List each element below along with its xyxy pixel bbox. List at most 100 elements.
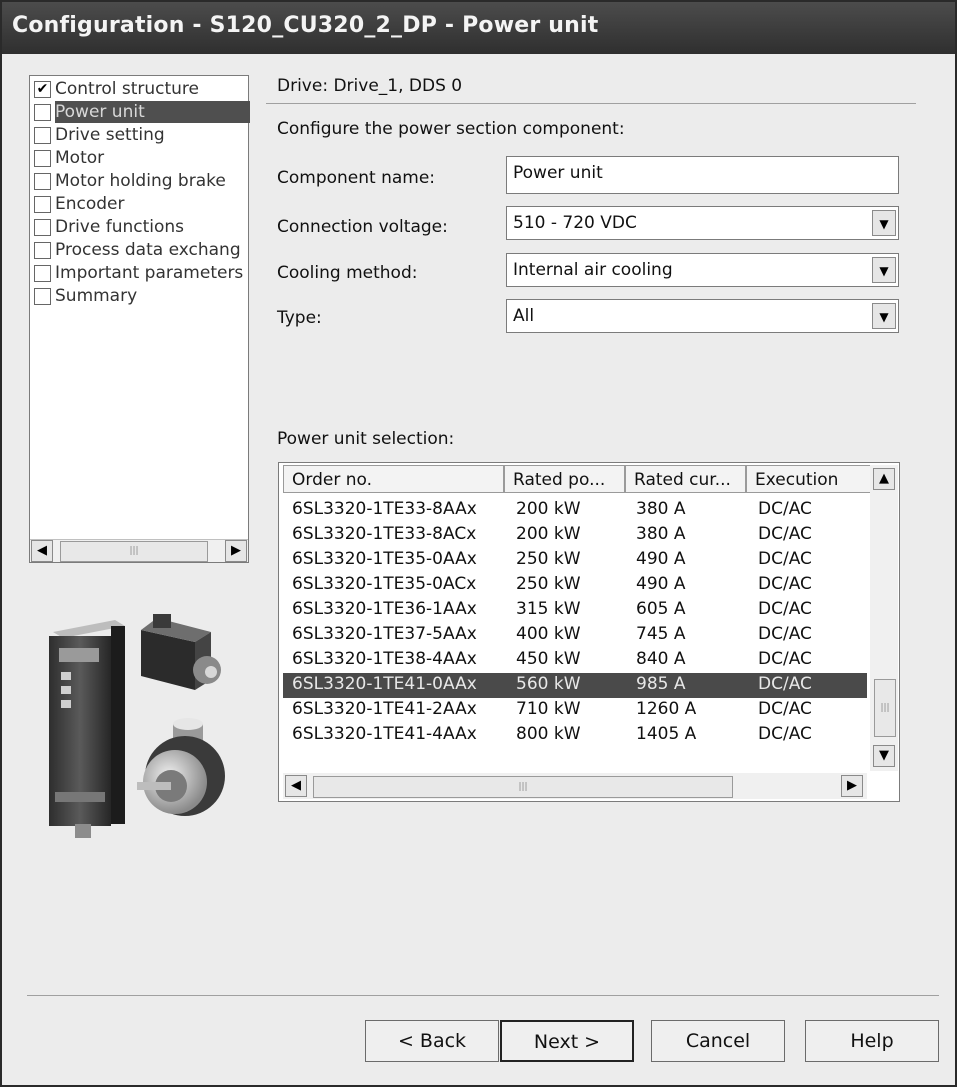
table-cell: 560 kW <box>516 674 581 694</box>
tree-item-label: Process data exchang <box>55 240 241 260</box>
table-cell: DC/AC <box>758 549 812 569</box>
checkbox-icon[interactable] <box>34 265 51 282</box>
type-select[interactable]: All ▼ <box>506 299 899 333</box>
table-cell: 450 kW <box>516 649 581 669</box>
power-unit-table[interactable]: Order no. Rated po... Rated cur... Execu… <box>278 462 900 802</box>
table-row[interactable]: 6SL3320-1TE33-8AAx 200 kW 380 A DC/AC <box>283 498 867 523</box>
scroll-left-icon[interactable]: ◀ <box>285 775 307 797</box>
table-row[interactable]: 6SL3320-1TE35-0ACx 250 kW 490 A DC/AC <box>283 573 867 598</box>
checkbox-icon[interactable] <box>34 173 51 190</box>
tree-item-label: Control structure <box>55 79 200 99</box>
help-button[interactable]: Help <box>805 1020 939 1062</box>
window-title: Configuration - S120_CU320_2_DP - Power … <box>12 13 599 38</box>
table-row[interactable]: 6SL3320-1TE41-2AAx 710 kW 1260 A DC/AC <box>283 698 867 723</box>
tree-horizontal-scrollbar[interactable]: ◀ ||| ▶ <box>30 539 248 562</box>
checkbox-icon[interactable] <box>34 288 51 305</box>
tree-item[interactable]: Summary <box>30 285 248 307</box>
table-cell: 800 kW <box>516 724 581 744</box>
tree-item[interactable]: Motor holding brake <box>30 170 248 192</box>
power-unit-selection-label: Power unit selection: <box>277 429 455 449</box>
tree-item-label: Encoder <box>55 194 125 214</box>
table-scrollbar-thumb[interactable]: ||| <box>874 679 896 737</box>
checkbox-icon[interactable] <box>34 219 51 236</box>
table-cell: 200 kW <box>516 524 581 544</box>
checkbox-icon[interactable] <box>34 104 51 121</box>
tree-item[interactable]: ✔ Control structure <box>30 78 248 100</box>
scroll-left-icon[interactable]: ◀ <box>31 540 53 562</box>
component-name-label: Component name: <box>277 168 436 188</box>
table-row[interactable]: 6SL3320-1TE41-4AAx 800 kW 1405 A DC/AC <box>283 723 867 748</box>
column-header-rated-power[interactable]: Rated po... <box>504 465 625 493</box>
table-cell: 6SL3320-1TE41-4AAx <box>292 724 477 744</box>
checkbox-icon[interactable] <box>34 242 51 259</box>
table-vertical-scrollbar[interactable]: ▲ ||| ▼ <box>870 465 898 771</box>
table-cell: DC/AC <box>758 574 812 594</box>
table-horizontal-scrollbar[interactable]: ◀ ||| ▶ <box>283 773 867 799</box>
table-cell: 1260 A <box>636 699 697 719</box>
table-cell: 710 kW <box>516 699 581 719</box>
tree-item[interactable]: Drive functions <box>30 216 248 238</box>
column-header-order-no[interactable]: Order no. <box>283 465 504 493</box>
table-cell: 745 A <box>636 624 686 644</box>
tree-item-label: Drive setting <box>55 125 165 145</box>
tree-item[interactable]: Encoder <box>30 193 248 215</box>
tree-item[interactable]: Power unit <box>30 101 250 123</box>
scroll-right-icon[interactable]: ▶ <box>841 775 863 797</box>
scroll-up-icon[interactable]: ▲ <box>873 468 895 490</box>
component-name-input[interactable]: Power unit <box>506 156 899 194</box>
table-row[interactable]: 6SL3320-1TE38-4AAx 450 kW 840 A DC/AC <box>283 648 867 673</box>
cooling-method-value: Internal air cooling <box>513 260 673 280</box>
tree-item[interactable]: Process data exchang <box>30 239 248 261</box>
table-row[interactable]: 6SL3320-1TE33-8ACx 200 kW 380 A DC/AC <box>283 523 867 548</box>
table-cell: 6SL3320-1TE35-0ACx <box>292 574 477 594</box>
checkbox-icon[interactable] <box>34 196 51 213</box>
table-horizontal-thumb[interactable]: ||| <box>313 776 733 798</box>
table-cell: 200 kW <box>516 499 581 519</box>
drive-label: Drive: Drive_1, DDS 0 <box>277 76 463 96</box>
footer-divider <box>27 995 939 996</box>
checkbox-icon[interactable] <box>34 150 51 167</box>
scroll-down-icon[interactable]: ▼ <box>873 745 895 767</box>
table-cell: 490 A <box>636 549 686 569</box>
title-bar[interactable]: Configuration - S120_CU320_2_DP - Power … <box>2 2 955 54</box>
connection-voltage-value: 510 - 720 VDC <box>513 213 637 233</box>
tree-item-label: Power unit <box>55 101 250 123</box>
instruction-text: Configure the power section component: <box>277 119 625 139</box>
table-row[interactable]: 6SL3320-1TE37-5AAx 400 kW 745 A DC/AC <box>283 623 867 648</box>
table-cell: 380 A <box>636 524 686 544</box>
scroll-right-icon[interactable]: ▶ <box>225 540 247 562</box>
table-cell: 400 kW <box>516 624 581 644</box>
table-cell: 6SL3320-1TE41-2AAx <box>292 699 477 719</box>
tree-item-label: Motor holding brake <box>55 171 226 191</box>
table-row[interactable]: 6SL3320-1TE36-1AAx 315 kW 605 A DC/AC <box>283 598 867 623</box>
chevron-down-icon[interactable]: ▼ <box>872 257 896 283</box>
table-cell: 1405 A <box>636 724 697 744</box>
type-label: Type: <box>277 308 322 328</box>
chevron-down-icon[interactable]: ▼ <box>872 210 896 236</box>
power-unit-icon <box>49 620 125 838</box>
checkbox-icon[interactable] <box>34 127 51 144</box>
cooling-method-select[interactable]: Internal air cooling ▼ <box>506 253 899 287</box>
next-button[interactable]: Next > <box>500 1020 634 1062</box>
table-cell: 6SL3320-1TE33-8ACx <box>292 524 477 544</box>
navigation-tree[interactable]: ✔ Control structure Power unit Drive settin… <box>29 75 250 563</box>
column-header-execution[interactable]: Execution <box>746 465 871 493</box>
table-cell: DC/AC <box>758 674 812 694</box>
scrollbar-thumb[interactable]: ||| <box>60 541 208 562</box>
cancel-button[interactable]: Cancel <box>651 1020 785 1062</box>
connection-voltage-select[interactable]: 510 - 720 VDC ▼ <box>506 206 899 240</box>
tree-item[interactable]: Important parameters <box>30 262 248 284</box>
table-row[interactable]: 6SL3320-1TE35-0AAx 250 kW 490 A DC/AC <box>283 548 867 573</box>
tree-item-label: Motor <box>55 148 105 168</box>
tree-item[interactable]: Drive setting <box>30 124 248 146</box>
header-divider <box>266 103 916 104</box>
table-row[interactable]: 6SL3320-1TE41-0AAx 560 kW 985 A DC/AC <box>283 673 867 698</box>
column-header-rated-current[interactable]: Rated cur... <box>625 465 746 493</box>
checkbox-checked-icon[interactable]: ✔ <box>34 81 51 98</box>
table-cell: 605 A <box>636 599 686 619</box>
chevron-down-icon[interactable]: ▼ <box>872 303 896 329</box>
tree-item[interactable]: Motor <box>30 147 248 169</box>
table-cell: 840 A <box>636 649 686 669</box>
table-cell: 250 kW <box>516 574 581 594</box>
back-button[interactable]: < Back <box>365 1020 499 1062</box>
